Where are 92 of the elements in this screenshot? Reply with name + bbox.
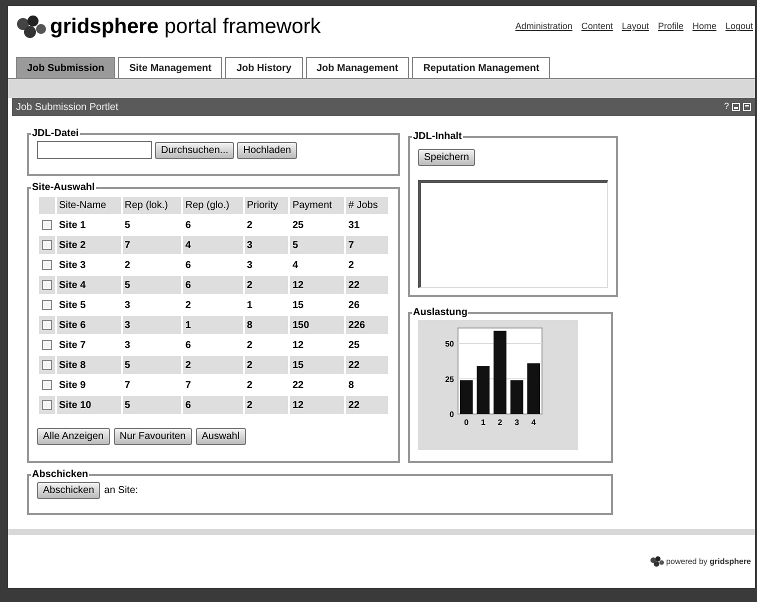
bar bbox=[510, 380, 524, 414]
logo-icon bbox=[16, 15, 46, 39]
table-cell: 15 bbox=[290, 356, 344, 374]
tab[interactable]: Reputation Management bbox=[412, 57, 550, 78]
table-cell: 6 bbox=[183, 276, 243, 294]
tab[interactable]: Job History bbox=[225, 57, 302, 78]
table-cell: 7 bbox=[346, 236, 388, 254]
column-header: Priority bbox=[244, 197, 288, 214]
footer-text: powered by gridsphere bbox=[666, 556, 751, 568]
nav-link[interactable]: Content bbox=[581, 20, 613, 34]
tab[interactable]: Job Submission bbox=[16, 57, 116, 78]
submit-button[interactable]: Abschicken bbox=[37, 482, 100, 499]
jdl-text-area[interactable] bbox=[418, 180, 608, 288]
checkbox[interactable] bbox=[42, 320, 52, 330]
file-path-field[interactable] bbox=[37, 141, 152, 159]
table-cell: 4 bbox=[183, 236, 243, 254]
table-cell: 5 bbox=[122, 276, 182, 294]
table-cell: Site 4 bbox=[57, 276, 121, 294]
table-cell: 3 bbox=[122, 316, 182, 334]
action-button[interactable]: Hochladen bbox=[237, 142, 298, 158]
table-cell: Site 2 bbox=[57, 236, 121, 254]
table-cell: 22 bbox=[346, 396, 388, 414]
portlet-title: Job Submission Portlet bbox=[16, 100, 118, 114]
bar bbox=[476, 366, 490, 414]
checkbox[interactable] bbox=[42, 220, 52, 230]
bar bbox=[527, 363, 540, 414]
site-title: gridsphere portal framework bbox=[50, 14, 321, 40]
checkbox[interactable] bbox=[42, 300, 52, 310]
nav-link[interactable]: Logout bbox=[725, 20, 753, 34]
action-button[interactable]: Alle Anzeigen bbox=[37, 428, 110, 445]
column-header: Site-Name bbox=[57, 197, 121, 214]
help-icon[interactable]: ? bbox=[724, 100, 729, 114]
fieldset-legend: Abschicken bbox=[31, 467, 90, 482]
y-tick-label: 50 bbox=[445, 340, 454, 348]
checkbox[interactable] bbox=[42, 240, 52, 250]
bar bbox=[460, 380, 473, 414]
y-tick-label: 0 bbox=[450, 410, 454, 419]
table-cell: 1 bbox=[183, 316, 243, 334]
logo-icon bbox=[650, 556, 664, 568]
table-cell: 12 bbox=[290, 276, 344, 294]
x-tick-label: 1 bbox=[480, 418, 486, 427]
table-cell: Site 10 bbox=[57, 396, 121, 414]
action-button[interactable]: Auswahl bbox=[196, 428, 246, 445]
tab[interactable]: Job Management bbox=[306, 57, 410, 78]
table-cell: 2 bbox=[183, 356, 243, 374]
table-cell: 2 bbox=[244, 396, 288, 414]
table-cell: 5 bbox=[122, 356, 182, 374]
checkbox[interactable] bbox=[42, 340, 52, 350]
save-button[interactable]: Speichern bbox=[418, 149, 476, 166]
checkbox[interactable] bbox=[42, 380, 52, 390]
table-cell: 2 bbox=[244, 276, 288, 294]
column-header: Rep (glo.) bbox=[183, 197, 243, 214]
fieldset-legend: Auslastung bbox=[412, 305, 468, 320]
x-tick-label: 3 bbox=[514, 418, 520, 427]
column-header: # Jobs bbox=[346, 197, 388, 214]
nav-link[interactable]: Profile bbox=[658, 20, 684, 34]
column-header: Rep (lok.) bbox=[122, 197, 182, 214]
table-cell: 2 bbox=[244, 356, 288, 374]
table-cell: 12 bbox=[290, 396, 344, 414]
action-button[interactable]: Nur Favouriten bbox=[114, 428, 192, 445]
minimize-icon[interactable] bbox=[732, 103, 740, 111]
table-cell: 5 bbox=[290, 236, 344, 254]
table-cell: 22 bbox=[346, 356, 388, 374]
fieldset-legend: JDL-Datei bbox=[31, 126, 80, 141]
nav-link[interactable]: Administration bbox=[515, 20, 572, 34]
table-cell: 7 bbox=[122, 236, 182, 254]
x-tick-label: 4 bbox=[531, 418, 536, 427]
y-tick-label: 25 bbox=[445, 374, 454, 384]
table-cell: 8 bbox=[244, 316, 288, 334]
fieldset-legend: Site-Auswahl bbox=[31, 180, 96, 195]
checkbox[interactable] bbox=[42, 400, 52, 410]
action-button[interactable]: Durchsuchen... bbox=[155, 142, 234, 158]
checkbox[interactable] bbox=[42, 260, 52, 270]
table-cell: 226 bbox=[346, 316, 388, 334]
nav-link[interactable]: Home bbox=[692, 20, 716, 34]
table-cell: 150 bbox=[290, 316, 344, 334]
table-cell: 22 bbox=[346, 276, 388, 294]
site-label: an Site: bbox=[104, 484, 138, 498]
table-cell: 6 bbox=[183, 396, 243, 414]
fieldset-legend: JDL-Inhalt bbox=[412, 129, 463, 144]
maximize-icon[interactable] bbox=[743, 103, 751, 111]
table-cell: Site 8 bbox=[57, 356, 121, 374]
x-tick-label: 0 bbox=[464, 418, 469, 427]
table-cell: Site 6 bbox=[57, 316, 121, 334]
checkbox[interactable] bbox=[42, 360, 52, 370]
column-header: Payment bbox=[290, 197, 344, 214]
checkbox[interactable] bbox=[42, 280, 52, 290]
nav-link[interactable]: Layout bbox=[622, 20, 649, 34]
x-tick-label: 2 bbox=[498, 418, 502, 427]
table-cell: 5 bbox=[122, 396, 182, 414]
tab[interactable]: Site Management bbox=[118, 57, 222, 78]
table-cell: 3 bbox=[244, 236, 288, 254]
